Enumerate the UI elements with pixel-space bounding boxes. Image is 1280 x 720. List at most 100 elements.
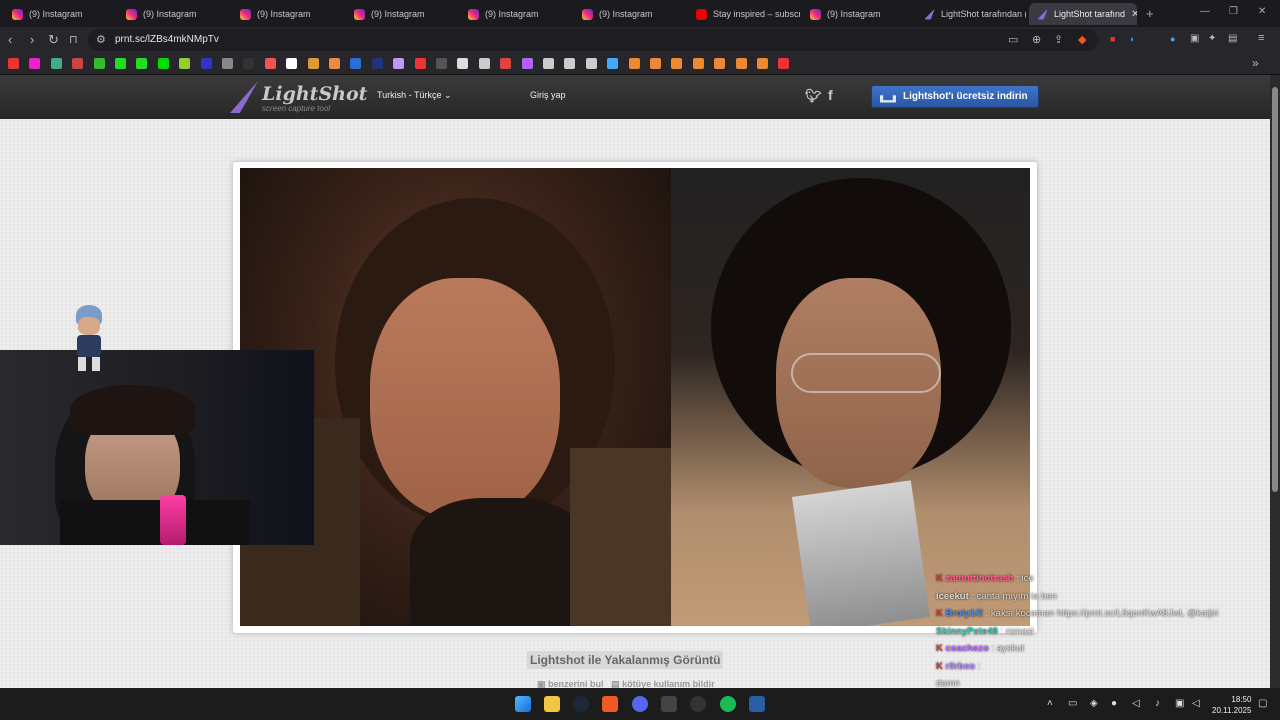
bookmark-icon[interactable] — [521, 58, 533, 69]
chat-username[interactable]: Broly1/2 — [946, 608, 984, 619]
bookmark-icon[interactable] — [628, 58, 640, 69]
bookmark-icon[interactable] — [286, 58, 298, 69]
steam-icon[interactable] — [573, 696, 589, 712]
brave-shield-icon[interactable]: ◆ — [1078, 33, 1086, 46]
browser-tab[interactable]: (9) Instagram — [460, 3, 572, 25]
bookmark-icon[interactable] — [543, 58, 554, 69]
browser-tab-active[interactable]: LightShot tarafınd ✕ — [1029, 3, 1137, 25]
bookmark-icon[interactable] — [735, 58, 747, 69]
url-text[interactable]: prnt.sc/lZBs4mkNMpTv — [115, 34, 219, 45]
facebook-icon[interactable]: f — [828, 87, 833, 103]
twitter-icon[interactable]: 🐦︎ — [805, 88, 822, 104]
bookmark-icon[interactable] — [179, 58, 191, 69]
browser-tab[interactable]: (9) Instagram — [4, 3, 116, 25]
bookmark-icon[interactable] — [264, 58, 276, 69]
bookmark-icon[interactable] — [8, 58, 19, 69]
bookmark-icon[interactable] — [350, 58, 362, 69]
zoom-icon[interactable]: ⊕ — [1032, 33, 1041, 46]
bookmark-icon[interactable] — [692, 58, 704, 69]
display-icon[interactable]: ▣ — [1175, 698, 1184, 709]
browser-tab[interactable]: (9) Instagram — [118, 3, 230, 25]
cast-icon[interactable]: ▭ — [1008, 33, 1018, 46]
chevron-up-icon[interactable]: ˄ — [1047, 698, 1053, 709]
bookmark-icon[interactable] — [200, 58, 212, 69]
bookmark-icon[interactable] — [457, 58, 469, 69]
extension-icon[interactable]: ▣ — [1190, 33, 1199, 44]
more-bookmarks-icon[interactable]: » — [1252, 56, 1259, 70]
chat-username[interactable]: SkinnyPete48 — [936, 626, 998, 637]
bookmark-icon[interactable] — [478, 58, 490, 69]
chat-username[interactable]: r0rbeo — [946, 661, 976, 672]
new-tab-button[interactable]: + — [1146, 6, 1154, 21]
chat-username[interactable]: coachezo — [946, 643, 989, 654]
menu-icon[interactable]: ≡ — [1258, 32, 1264, 44]
extensions-puzzle-icon[interactable]: ✦ — [1208, 33, 1216, 44]
bookmark-icon[interactable] — [436, 58, 447, 69]
chat-username[interactable]: iceekut — [936, 591, 969, 602]
maximize-icon[interactable]: ❐ — [1229, 6, 1238, 17]
volume-icon[interactable]: ◁ — [1192, 698, 1200, 709]
bookmark-icon[interactable] — [93, 58, 105, 69]
notification-icon[interactable]: ▢ — [1258, 698, 1267, 709]
windows-start-icon[interactable] — [515, 696, 531, 712]
bookmark-icon[interactable] — [564, 58, 576, 69]
obs-icon[interactable] — [690, 696, 706, 712]
logo[interactable]: LightShot — [262, 83, 367, 105]
forward-icon[interactable]: › — [30, 32, 34, 47]
browser-tab[interactable]: (9) Instagram — [574, 3, 686, 25]
bookmark-icon[interactable] — [778, 58, 790, 69]
spotify-icon[interactable] — [720, 696, 736, 712]
bookmark-icon[interactable] — [307, 58, 319, 69]
brave-icon[interactable] — [602, 696, 618, 712]
system-clock[interactable]: 18:50 20.11.2025 — [1212, 694, 1251, 716]
browser-tab[interactable]: LightShot tarafından ( — [916, 3, 1026, 25]
browser-tab[interactable]: (9) Instagram — [802, 3, 914, 25]
minimize-icon[interactable]: — — [1200, 6, 1210, 17]
bookmark-icon[interactable] — [222, 58, 233, 69]
file-explorer-icon[interactable] — [544, 696, 560, 712]
bookmark-icon[interactable] — [393, 58, 405, 69]
scrollbar-thumb[interactable] — [1272, 87, 1278, 492]
sidebar-icon[interactable]: ▤ — [1228, 33, 1237, 44]
bookmark-icon[interactable]: ⊓ — [69, 33, 78, 46]
network-icon[interactable]: ◈ — [1090, 698, 1098, 709]
battery-icon[interactable]: ▭ — [1068, 698, 1077, 709]
extension-icon[interactable]: ◐ — [1130, 34, 1135, 44]
bookmark-icon[interactable] — [329, 58, 340, 69]
site-settings-icon[interactable]: ⚙ — [96, 33, 106, 46]
bookmark-icon[interactable] — [671, 58, 683, 69]
browser-tab[interactable]: (9) Instagram — [232, 3, 344, 25]
bookmark-icon[interactable] — [29, 58, 41, 69]
steam-tray-icon[interactable]: ● — [1111, 698, 1117, 709]
login-link[interactable]: Giriş yap — [530, 90, 566, 100]
bookmark-icon[interactable] — [72, 58, 84, 69]
browser-tab[interactable]: (9) Instagram — [346, 3, 458, 25]
bookmark-icon[interactable] — [714, 58, 726, 69]
back-icon[interactable]: ‹ — [8, 32, 12, 47]
share-icon[interactable]: ⇪ — [1054, 33, 1063, 46]
bookmark-icon[interactable] — [650, 58, 661, 69]
screenshot-image[interactable] — [240, 168, 1030, 626]
close-tab-icon[interactable]: ✕ — [1131, 9, 1137, 20]
browser-tab[interactable]: Stay inspired – subscrib — [688, 3, 800, 25]
language-selector[interactable]: Turkish - Türkçe ⌄ — [377, 90, 452, 101]
chat-username[interactable]: zamuttinotrash — [946, 573, 1014, 584]
bookmark-icon[interactable] — [157, 58, 169, 69]
bookmark-icon[interactable] — [585, 58, 597, 69]
bookmark-icon[interactable] — [115, 58, 126, 69]
bookmark-icon[interactable] — [500, 58, 512, 69]
extension-icon[interactable]: ● — [1170, 34, 1175, 44]
app-icon[interactable] — [749, 696, 765, 712]
microphone-icon[interactable]: ♪ — [1155, 698, 1160, 709]
bookmark-icon[interactable] — [607, 58, 619, 69]
app-icon[interactable] — [661, 696, 677, 712]
speaker-icon[interactable]: ◁ — [1132, 698, 1140, 709]
ublock-icon[interactable]: ■ — [1110, 34, 1115, 44]
download-button[interactable]: Lightshot'ı ücretsiz indirin — [871, 85, 1039, 108]
bookmark-icon[interactable] — [414, 58, 426, 69]
bookmark-icon[interactable] — [371, 58, 383, 69]
bookmark-icon[interactable] — [243, 58, 255, 69]
bookmark-icon[interactable] — [136, 58, 148, 69]
close-window-icon[interactable]: ✕ — [1258, 6, 1266, 17]
address-bar[interactable]: ⚙ prnt.sc/lZBs4mkNMpTv ▭ ⊕ ⇪ ◆ — [88, 29, 1098, 51]
